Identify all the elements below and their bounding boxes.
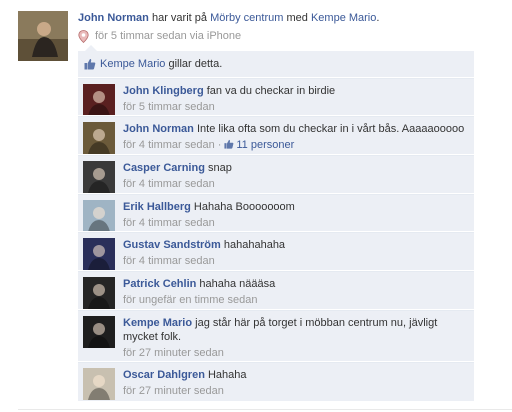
comments-box: Kempe Mario gillar detta. John Klingberg… — [78, 51, 474, 401]
commenter-name-link[interactable]: John Klingberg — [123, 85, 204, 97]
story-author-link[interactable]: John Norman — [78, 12, 149, 24]
comment-text: hahaha näääsa — [199, 278, 276, 290]
story-meta: för 5 timmar sedan via iPhone — [78, 30, 508, 43]
author-avatar[interactable] — [18, 11, 68, 61]
comment-timestamp[interactable]: för 4 timmar sedan — [123, 217, 215, 229]
comment-timestamp[interactable]: för 4 timmar sedan — [123, 139, 215, 151]
commenter-avatar[interactable] — [83, 368, 115, 400]
comment-timestamp[interactable]: för 27 minuter sedan — [123, 347, 224, 359]
story-headline: John Norman har varit på Mörby centrum m… — [78, 11, 508, 25]
commenter-name-link[interactable]: Gustav Sandström — [123, 239, 221, 251]
thumbs-up-icon — [224, 139, 234, 149]
commenter-name-link[interactable]: Patrick Cehlin — [123, 278, 196, 290]
story-divider — [18, 409, 512, 410]
story-period: . — [376, 12, 380, 24]
comment-likes-link[interactable]: 11 personer — [236, 139, 294, 151]
story-timestamp-link[interactable]: för 5 timmar sedan via iPhone — [95, 30, 241, 43]
commenter-avatar[interactable] — [83, 122, 115, 154]
comment-row: Oscar Dahlgren Hahaha för 27 minuter sed… — [78, 361, 474, 401]
commenter-name-link[interactable]: John Norman — [123, 123, 194, 135]
comment-row: Patrick Cehlin hahaha näääsa för ungefär… — [78, 270, 474, 309]
comment-timestamp[interactable]: för ungefär en timme sedan — [123, 294, 258, 306]
comment-timestamp[interactable]: för 5 timmar sedan — [123, 101, 215, 113]
thumbs-up-icon — [84, 58, 96, 70]
comment-row: John Klingberg fan va du checkar in bird… — [78, 77, 474, 116]
commenter-name-link[interactable]: Oscar Dahlgren — [123, 369, 205, 381]
comment-text: Hahaha Booooooom — [193, 201, 295, 213]
location-pin-icon — [78, 30, 89, 43]
comment-row: Erik Hallberg Hahaha Booooooom för 4 tim… — [78, 193, 474, 232]
commenter-name-link[interactable]: Kempe Mario — [123, 317, 192, 329]
comment-timestamp[interactable]: för 27 minuter sedan — [123, 385, 224, 397]
commenter-name-link[interactable]: Erik Hallberg — [123, 201, 191, 213]
likes-text: gillar detta. — [168, 58, 223, 70]
comment-text: snap — [207, 162, 232, 174]
story-place-link[interactable]: Mörby centrum — [210, 12, 283, 24]
story-with-text: med — [286, 12, 308, 24]
commenter-avatar[interactable] — [83, 161, 115, 193]
comment-timestamp[interactable]: för 4 timmar sedan — [123, 255, 215, 267]
story-tagged-link[interactable]: Kempe Mario — [311, 12, 376, 24]
commenter-avatar[interactable] — [83, 238, 115, 270]
comment-text: Hahaha — [207, 369, 247, 381]
commenter-avatar[interactable] — [83, 200, 115, 232]
commenter-avatar[interactable] — [83, 316, 115, 348]
separator-dot: · — [217, 139, 222, 151]
comment-row: Kempe Mario jag står här på torget i möb… — [78, 309, 474, 361]
commenter-name-link[interactable]: Casper Carning — [123, 162, 205, 174]
story-action-text: har varit på — [151, 12, 207, 24]
comment-row: Gustav Sandström hahahahaha för 4 timmar… — [78, 231, 474, 270]
commenter-avatar[interactable] — [83, 84, 115, 116]
comment-row: John Norman Inte lika ofta som du checka… — [78, 115, 474, 154]
comment-text: hahahahaha — [223, 239, 286, 251]
likes-row: Kempe Mario gillar detta. — [78, 51, 474, 77]
comment-text: fan va du checkar in birdie — [206, 85, 336, 97]
commenter-avatar[interactable] — [83, 277, 115, 309]
comment-row: Casper Carning snap för 4 timmar sedan — [78, 154, 474, 193]
liker-link[interactable]: Kempe Mario — [100, 58, 165, 70]
comment-timestamp[interactable]: för 4 timmar sedan — [123, 178, 215, 190]
comment-text: Inte lika ofta som du checkar in i vårt … — [196, 123, 465, 135]
